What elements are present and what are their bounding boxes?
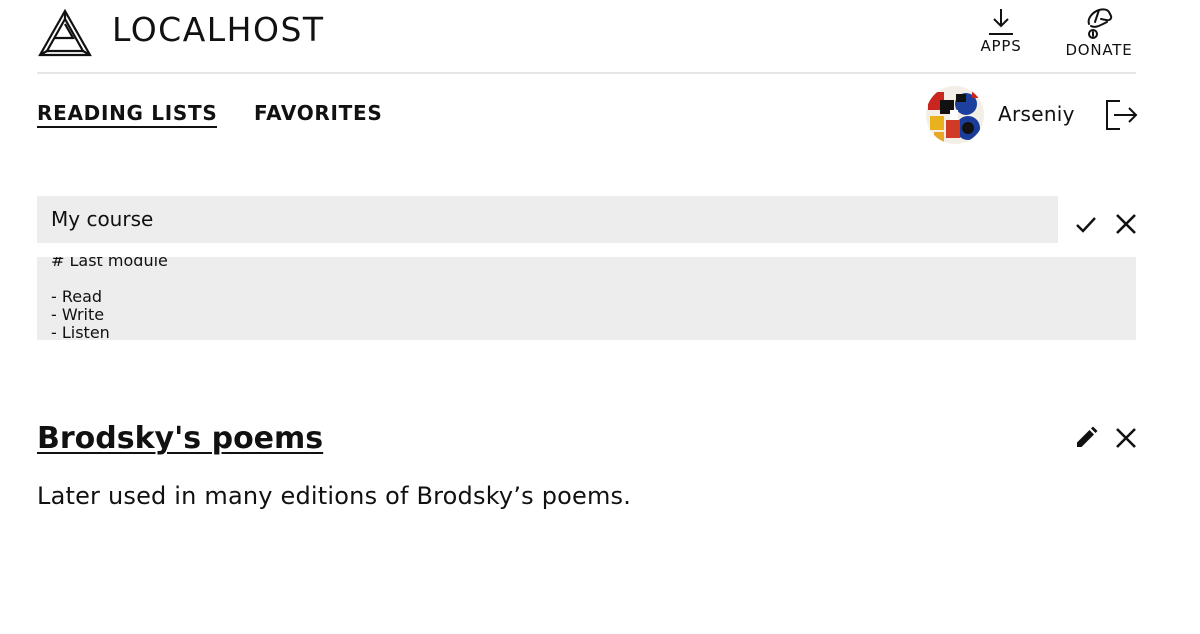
impossible-triangle-logo-icon[interactable] bbox=[37, 8, 93, 58]
reading-list-description: Later used in many editions of Brodsky’s… bbox=[37, 482, 632, 510]
apps-button[interactable]: APPS bbox=[973, 6, 1029, 54]
tab-favorites[interactable]: FAVORITES bbox=[254, 100, 382, 126]
donate-hand-icon bbox=[1087, 8, 1113, 39]
list-description-textarea[interactable]: # Last module - Read - Write - Listen bbox=[37, 257, 1136, 340]
apps-label: APPS bbox=[980, 37, 1022, 55]
abstract-collage-avatar-icon bbox=[926, 86, 984, 144]
tab-reading-lists[interactable]: READING LISTS bbox=[37, 100, 218, 128]
top-header: LOCALHOST APPS DONATE bbox=[37, 0, 1136, 74]
donate-label: DONATE bbox=[1065, 41, 1133, 59]
list-title-input[interactable]: My course bbox=[37, 196, 1058, 243]
check-icon[interactable] bbox=[1074, 212, 1098, 236]
avatar[interactable] bbox=[926, 86, 984, 144]
description-text: # Last module - Read - Write - Listen bbox=[51, 257, 168, 340]
username[interactable]: Arseniy bbox=[998, 101, 1075, 127]
reading-list-title[interactable]: Brodsky's poems bbox=[37, 420, 323, 458]
site-title[interactable]: LOCALHOST bbox=[112, 10, 325, 50]
donate-button[interactable]: DONATE bbox=[1059, 6, 1139, 58]
logout-icon[interactable] bbox=[1104, 99, 1138, 131]
close-icon[interactable] bbox=[1114, 212, 1138, 236]
pencil-icon[interactable] bbox=[1074, 426, 1098, 450]
download-icon bbox=[989, 9, 1013, 35]
close-icon[interactable] bbox=[1114, 426, 1138, 450]
